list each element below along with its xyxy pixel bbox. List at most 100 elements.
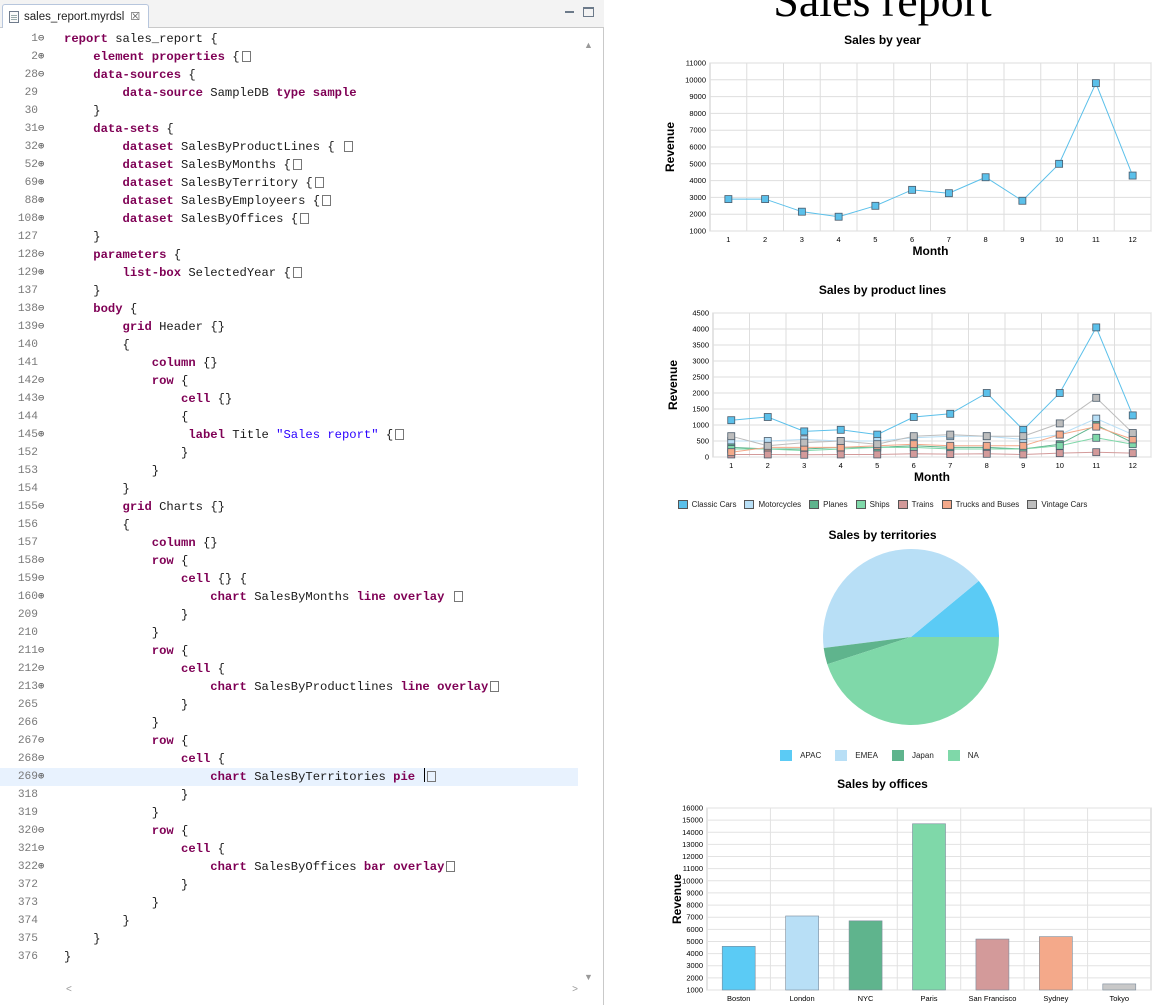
collapsed-block-icon[interactable] [344, 141, 353, 152]
collapse-fold-icon[interactable]: ⊖ [38, 570, 62, 588]
code-line[interactable]: 321 ⊖ cell { [0, 840, 578, 858]
expand-fold-icon[interactable]: ⊕ [38, 768, 62, 786]
scroll-up-icon[interactable]: ▲ [584, 40, 593, 50]
expand-fold-icon[interactable]: ⊕ [38, 210, 62, 228]
scroll-right-icon[interactable]: > [572, 984, 578, 995]
code-line[interactable]: 318 } [0, 786, 578, 804]
collapsed-block-icon[interactable] [292, 267, 302, 278]
code-line[interactable]: 129 ⊕ list-box SelectedYear { [0, 264, 578, 282]
code-line[interactable]: 28 ⊖ data-sources { [0, 66, 578, 84]
code-line[interactable]: 372 } [0, 876, 578, 894]
collapsed-block-icon[interactable] [292, 159, 302, 170]
code-line[interactable]: 31 ⊖ data-sets { [0, 120, 578, 138]
close-icon[interactable]: ☒ [130, 10, 140, 23]
collapse-fold-icon[interactable]: ⊖ [38, 66, 62, 84]
code-line[interactable]: 376} [0, 948, 578, 966]
collapsed-block-icon[interactable] [241, 51, 251, 62]
collapse-fold-icon[interactable]: ⊖ [38, 318, 62, 336]
code-line[interactable]: 213 ⊕ chart SalesByProductlines line over… [0, 678, 578, 696]
code-line[interactable]: 29 data-source SampleDB type sample [0, 84, 578, 102]
code-line[interactable]: 268 ⊖ cell { [0, 750, 578, 768]
expand-fold-icon[interactable]: ⊕ [38, 678, 62, 696]
scroll-left-icon[interactable]: < [66, 984, 72, 995]
code-line[interactable]: 212 ⊖ cell { [0, 660, 578, 678]
code-line[interactable]: 320 ⊖ row { [0, 822, 578, 840]
collapse-fold-icon[interactable]: ⊖ [38, 390, 62, 408]
horizontal-scrollbar[interactable]: < > [62, 982, 582, 1000]
minimize-icon[interactable] [564, 7, 575, 17]
collapse-fold-icon[interactable]: ⊖ [38, 750, 62, 768]
scroll-down-icon[interactable]: ▼ [584, 972, 593, 982]
editor-tab[interactable]: sales_report.myrdsl ☒ [2, 4, 150, 28]
collapsed-block-icon[interactable] [490, 681, 500, 692]
collapse-fold-icon[interactable]: ⊖ [38, 30, 62, 48]
collapse-fold-icon[interactable]: ⊖ [38, 660, 62, 678]
code-line[interactable]: 373 } [0, 894, 578, 912]
expand-fold-icon[interactable]: ⊕ [38, 192, 62, 210]
code-line[interactable]: 266 } [0, 714, 578, 732]
collapse-fold-icon[interactable]: ⊖ [38, 300, 62, 318]
collapse-fold-icon[interactable]: ⊖ [38, 840, 62, 858]
code-line[interactable]: 154 } [0, 480, 578, 498]
collapsed-block-icon[interactable] [314, 177, 324, 188]
expand-fold-icon[interactable]: ⊕ [38, 858, 62, 876]
collapse-fold-icon[interactable]: ⊖ [38, 498, 62, 516]
vertical-scrollbar[interactable]: ▲ ▼ [580, 34, 598, 988]
expand-fold-icon[interactable]: ⊕ [38, 138, 62, 156]
code-line[interactable]: 322 ⊕ chart SalesByOffices bar overlay [0, 858, 578, 876]
code-line[interactable]: 156 { [0, 516, 578, 534]
collapsed-block-icon[interactable] [453, 591, 463, 602]
collapse-fold-icon[interactable]: ⊖ [38, 246, 62, 264]
code-line[interactable]: 137 } [0, 282, 578, 300]
collapsed-block-icon[interactable] [395, 429, 405, 440]
code-line[interactable]: 152 } [0, 444, 578, 462]
code-line[interactable]: 267 ⊖ row { [0, 732, 578, 750]
collapse-fold-icon[interactable]: ⊖ [38, 552, 62, 570]
code-line[interactable]: 265 } [0, 696, 578, 714]
code-line[interactable]: 69 ⊕ dataset SalesByTerritory { [0, 174, 578, 192]
code-line[interactable]: 155 ⊖ grid Charts {} [0, 498, 578, 516]
code-line[interactable]: 127 } [0, 228, 578, 246]
collapse-fold-icon[interactable]: ⊖ [38, 732, 62, 750]
code-line[interactable]: 158 ⊖ row { [0, 552, 578, 570]
collapsed-block-icon[interactable] [446, 861, 456, 872]
code-line[interactable]: 1 ⊖ report sales_report { [0, 30, 578, 48]
code-line[interactable]: 160 ⊕ chart SalesByMonths line overlay [0, 588, 578, 606]
code-line[interactable]: 157 column {} [0, 534, 578, 552]
code-line[interactable]: 108 ⊕ dataset SalesByOffices { [0, 210, 578, 228]
expand-fold-icon[interactable]: ⊕ [38, 264, 62, 282]
code-line[interactable]: 211 ⊖ row { [0, 642, 578, 660]
expand-fold-icon[interactable]: ⊕ [38, 156, 62, 174]
code-line[interactable]: 2 ⊕ element properties { [0, 48, 578, 66]
code-line[interactable]: 209 } [0, 606, 578, 624]
maximize-icon[interactable] [583, 7, 594, 17]
code-line[interactable]: 139 ⊖ grid Header {} [0, 318, 578, 336]
code-line[interactable]: 52 ⊕ dataset SalesByMonths { [0, 156, 578, 174]
expand-fold-icon[interactable]: ⊕ [38, 588, 62, 606]
expand-fold-icon[interactable]: ⊕ [38, 174, 62, 192]
code-line[interactable]: 141 column {} [0, 354, 578, 372]
code-line[interactable]: 140 { [0, 336, 578, 354]
code-line[interactable]: 142 ⊖ row { [0, 372, 578, 390]
code-line[interactable]: 269 ⊕ chart SalesByTerritories pie [0, 768, 578, 786]
code-line[interactable]: 375 } [0, 930, 578, 948]
code-line[interactable]: 32 ⊕ dataset SalesByProductLines { [0, 138, 578, 156]
code-area[interactable]: 1 ⊖ report sales_report {2 ⊕ element proper… [0, 30, 604, 986]
expand-fold-icon[interactable]: ⊕ [38, 426, 62, 444]
code-line[interactable]: 30 } [0, 102, 578, 120]
collapse-fold-icon[interactable]: ⊖ [38, 120, 62, 138]
code-line[interactable]: 138 ⊖ body { [0, 300, 578, 318]
collapsed-block-icon[interactable] [322, 195, 332, 206]
code-line[interactable]: 128 ⊖ parameters { [0, 246, 578, 264]
code-line[interactable]: 153 } [0, 462, 578, 480]
code-line[interactable]: 210 } [0, 624, 578, 642]
code-line[interactable]: 143 ⊖ cell {} [0, 390, 578, 408]
code-line[interactable]: 374 } [0, 912, 578, 930]
collapsed-block-icon[interactable] [300, 213, 310, 224]
code-line[interactable]: 145 ⊕ label Title "Sales report" { [0, 426, 578, 444]
code-line[interactable]: 319 } [0, 804, 578, 822]
code-line[interactable]: 159 ⊖ cell {} { [0, 570, 578, 588]
collapse-fold-icon[interactable]: ⊖ [38, 372, 62, 390]
collapse-fold-icon[interactable]: ⊖ [38, 642, 62, 660]
collapse-fold-icon[interactable]: ⊖ [38, 822, 62, 840]
